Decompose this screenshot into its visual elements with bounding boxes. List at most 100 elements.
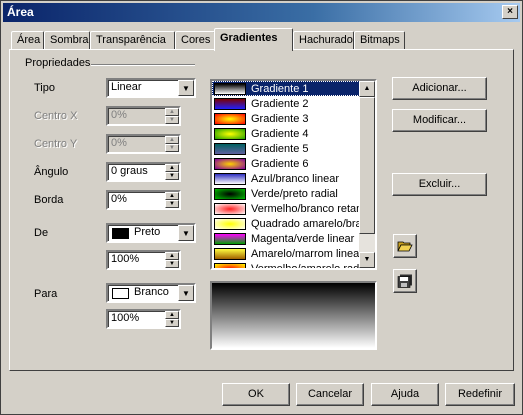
gradient-label: Gradiente 3: [251, 112, 309, 125]
de-color-select[interactable]: Preto ▼: [106, 223, 196, 243]
borda-label: Borda: [34, 194, 64, 206]
centro-y-field[interactable]: 0% ▲ ▼: [106, 134, 181, 154]
scroll-down-icon[interactable]: ▼: [359, 252, 375, 268]
gradient-label: Vermelho/branco retangular: [251, 202, 362, 215]
centro-y-spinner[interactable]: ▲ ▼: [165, 136, 179, 152]
tab-sombra[interactable]: Sombra: [44, 31, 90, 50]
gradient-list-item[interactable]: Vermelho/branco retangular: [212, 201, 362, 216]
tipo-label: Tipo: [34, 82, 55, 94]
arrow-down-icon[interactable]: ▼: [165, 260, 179, 268]
modificar-button[interactable]: Modificar...: [392, 109, 487, 132]
arrow-down-icon[interactable]: ▼: [165, 200, 179, 208]
para-intensity-spinner[interactable]: ▲ ▼: [165, 311, 179, 327]
gradient-label: Magenta/verde linear: [251, 232, 355, 245]
gradient-list-item[interactable]: Azul/branco linear: [212, 171, 362, 186]
tipo-select[interactable]: Linear ▼: [106, 78, 196, 98]
gradient-list-item[interactable]: Verde/preto radial: [212, 186, 362, 201]
adicionar-button[interactable]: Adicionar...: [392, 77, 487, 100]
gradient-list-item[interactable]: Gradiente 1: [212, 81, 362, 96]
gradient-list-item[interactable]: Gradiente 4: [212, 126, 362, 141]
de-color-name: Preto: [134, 226, 161, 238]
properties-group-label: Propriedades: [23, 57, 93, 69]
de-intensity-field[interactable]: 100% ▲ ▼: [106, 250, 181, 270]
title-bar: Área ×: [3, 3, 520, 22]
chevron-down-icon[interactable]: ▼: [178, 225, 194, 241]
gradient-swatch: [214, 97, 246, 110]
para-color-name: Branco: [134, 286, 169, 298]
area-dialog: Área × Área Sombra Transparência Cores G…: [0, 0, 523, 415]
gradient-list-item[interactable]: Amarelo/marrom linear: [212, 246, 362, 261]
gradient-list-item[interactable]: Gradiente 5: [212, 141, 362, 156]
angulo-spinner[interactable]: ▲ ▼: [165, 164, 179, 180]
cancelar-button[interactable]: Cancelar: [296, 383, 364, 406]
redefinir-button[interactable]: Redefinir: [445, 383, 515, 406]
centro-x-value: 0%: [111, 109, 127, 121]
gradient-list-item[interactable]: Gradiente 6: [212, 156, 362, 171]
arrow-up-icon[interactable]: ▲: [165, 108, 179, 116]
para-intensity-field[interactable]: 100% ▲ ▼: [106, 309, 181, 329]
tipo-value: Linear: [111, 81, 142, 93]
arrow-up-icon[interactable]: ▲: [165, 164, 179, 172]
de-label: De: [34, 227, 49, 239]
gradient-list-item[interactable]: Gradiente 2: [212, 96, 362, 111]
ok-button[interactable]: OK: [222, 383, 290, 406]
tab-hachurado[interactable]: Hachurado: [293, 31, 354, 50]
tab-cores[interactable]: Cores: [175, 31, 215, 50]
gradient-label: Gradiente 5: [251, 142, 309, 155]
angulo-field[interactable]: 0 graus ▲ ▼: [106, 162, 181, 182]
centro-x-label: Centro X: [34, 110, 78, 122]
scroll-thumb[interactable]: [359, 97, 375, 234]
tab-transparencia[interactable]: Transparência: [90, 31, 175, 50]
gradient-swatch: [214, 142, 246, 155]
de-color-swatch: [112, 228, 129, 239]
tab-bitmaps[interactable]: Bitmaps: [354, 31, 405, 50]
arrow-up-icon[interactable]: ▲: [165, 136, 179, 144]
para-color-select[interactable]: Branco ▼: [106, 283, 196, 303]
para-color-swatch: [112, 288, 129, 299]
gradient-swatch: [214, 157, 246, 170]
gradient-swatch: [214, 202, 246, 215]
arrow-up-icon[interactable]: ▲: [165, 311, 179, 319]
gradient-swatch: [214, 127, 246, 140]
arrow-up-icon[interactable]: ▲: [165, 192, 179, 200]
gradient-swatch: [214, 232, 246, 245]
properties-divider: [91, 64, 195, 66]
ajuda-button[interactable]: Ajuda: [371, 383, 439, 406]
borda-spinner[interactable]: ▲ ▼: [165, 192, 179, 208]
window-title: Área: [7, 5, 34, 19]
arrow-down-icon[interactable]: ▼: [165, 144, 179, 152]
borda-field[interactable]: 0% ▲ ▼: [106, 190, 181, 210]
excluir-button[interactable]: Excluir...: [392, 173, 487, 196]
centro-x-spinner[interactable]: ▲ ▼: [165, 108, 179, 124]
gradient-list-item[interactable]: Quadrado amarelo/branco: [212, 216, 362, 231]
gradient-label: Quadrado amarelo/branco: [251, 217, 362, 230]
centro-x-field[interactable]: 0% ▲ ▼: [106, 106, 181, 126]
gradient-swatch: [214, 112, 246, 125]
gradient-list-item[interactable]: Magenta/verde linear: [212, 231, 362, 246]
borda-value: 0%: [111, 193, 127, 205]
close-button[interactable]: ×: [502, 5, 518, 19]
arrow-down-icon[interactable]: ▼: [165, 319, 179, 327]
folder-open-icon[interactable]: [393, 234, 417, 258]
gradient-label: Vermelho/amarelo radial: [251, 262, 362, 270]
gradient-list[interactable]: Vermelho/amarelo radial Amarelo/marrom li…: [210, 79, 377, 270]
arrow-down-icon[interactable]: ▼: [165, 172, 179, 180]
chevron-down-icon[interactable]: ▼: [178, 285, 194, 301]
de-intensity-value: 100%: [111, 253, 140, 265]
gradient-list-item[interactable]: Vermelho/amarelo radial: [212, 261, 362, 270]
tab-gradientes[interactable]: Gradientes: [214, 28, 293, 51]
tab-area[interactable]: Área: [11, 31, 44, 50]
chevron-down-icon[interactable]: ▼: [178, 80, 194, 96]
scroll-up-icon[interactable]: ▲: [359, 81, 375, 97]
save-icon[interactable]: [393, 269, 417, 293]
arrow-up-icon[interactable]: ▲: [165, 252, 179, 260]
gradient-preview: [210, 281, 377, 350]
gradient-list-item[interactable]: Gradiente 3: [212, 111, 362, 126]
gradient-swatch: [214, 262, 246, 268]
gradient-label: Verde/preto radial: [251, 187, 338, 200]
de-intensity-spinner[interactable]: ▲ ▼: [165, 252, 179, 268]
gradient-list-scrollbar[interactable]: ▲ ▼: [359, 81, 375, 268]
arrow-down-icon[interactable]: ▼: [165, 116, 179, 124]
gradient-label: Amarelo/marrom linear: [251, 247, 362, 260]
angulo-value: 0 graus: [111, 165, 148, 177]
